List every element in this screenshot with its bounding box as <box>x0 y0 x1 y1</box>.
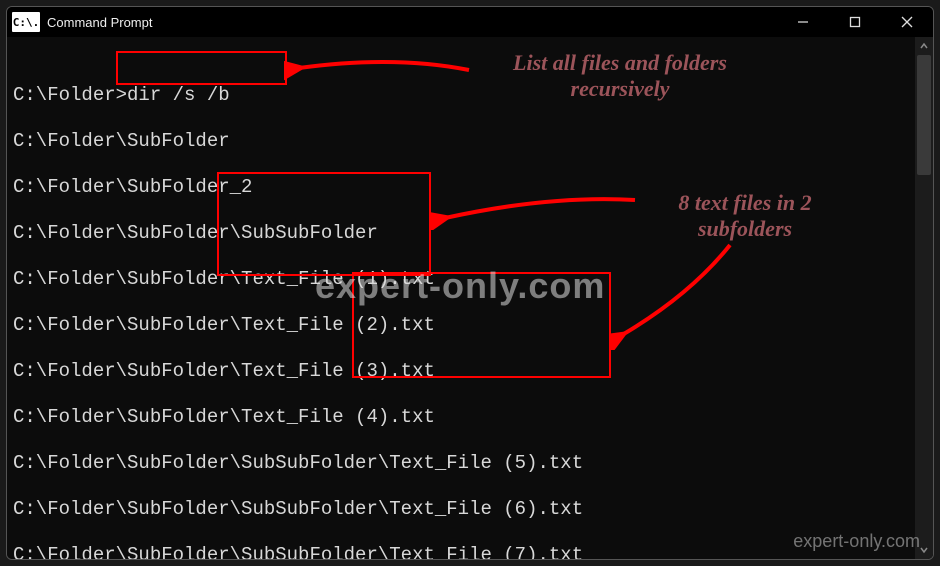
scroll-thumb[interactable] <box>917 55 931 175</box>
output-line: C:\Folder\SubFolder\Text_File (3).txt <box>13 360 925 383</box>
output-line: C:\Folder\SubFolder <box>13 130 925 153</box>
output-line: C:\Folder\SubFolder\SubSubFolder\Text_Fi… <box>13 452 925 475</box>
maximize-button[interactable] <box>829 7 881 37</box>
cmd-icon: C:\. <box>11 11 41 33</box>
terminal-client-area[interactable]: C:\Folder>dir /s /b C:\Folder\SubFolder … <box>7 37 933 559</box>
minimize-button[interactable] <box>777 7 829 37</box>
titlebar[interactable]: C:\. Command Prompt <box>7 7 933 38</box>
scroll-down-button[interactable] <box>915 541 933 559</box>
close-button[interactable] <box>881 7 933 37</box>
output-line: C:\Folder\SubFolder\SubSubFolder\Text_Fi… <box>13 544 925 560</box>
scrollbar[interactable] <box>915 37 933 559</box>
terminal-output: C:\Folder>dir /s /b C:\Folder\SubFolder … <box>7 37 933 560</box>
window-title: Command Prompt <box>47 15 777 30</box>
output-line: C:\Folder\SubFolder_2 <box>13 176 925 199</box>
output-line: C:\Folder\SubFolder\Text_File (2).txt <box>13 314 925 337</box>
output-line: C:\Folder\SubFolder\SubSubFolder <box>13 222 925 245</box>
scroll-up-button[interactable] <box>915 37 933 55</box>
output-line: C:\Folder\SubFolder\Text_File (1).txt <box>13 268 925 291</box>
output-line: C:\Folder\SubFolder\Text_File (4).txt <box>13 406 925 429</box>
command-prompt-window: C:\. Command Prompt C:\Folder>dir /s /b … <box>6 6 934 560</box>
command-text: dir /s /b <box>127 84 230 106</box>
prompt: C:\Folder> <box>13 84 127 106</box>
output-line: C:\Folder\SubFolder\SubSubFolder\Text_Fi… <box>13 498 925 521</box>
